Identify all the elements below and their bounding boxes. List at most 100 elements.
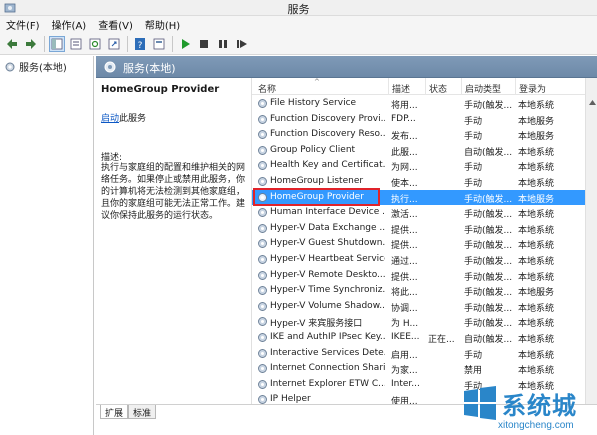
- menu-action[interactable]: 操作(A): [52, 17, 87, 32]
- table-row[interactable]: Human Interface Device ... 激活... 手动(触发... 本…: [252, 205, 597, 221]
- column-header-status[interactable]: 状态: [425, 78, 447, 95]
- table-row[interactable]: Function Discovery Provi... FDP... 手动 本地服务: [252, 112, 597, 128]
- cell-description: 为家...: [391, 366, 418, 377]
- selected-service-name: HomeGroup Provider: [101, 84, 220, 95]
- tab-extended[interactable]: 扩展: [100, 405, 129, 419]
- toolbar: ?: [0, 33, 597, 55]
- start-service-suffix: 此服务: [119, 114, 147, 124]
- service-details-pane: HomeGroup Provider 启动此服务 描述: 执行与家庭组的配置和维…: [96, 78, 252, 404]
- column-header-name[interactable]: 名称: [258, 82, 276, 95]
- svg-text:?: ?: [138, 41, 143, 51]
- tree-item-label: 服务(本地): [19, 63, 67, 74]
- cell-name: Function Discovery Provi...: [270, 113, 385, 124]
- service-gear-icon: [258, 395, 267, 404]
- description-text: 执行与家庭组的配置和维护相关的网络任务。如果停止或禁用此服务，你的计算机将无法检…: [101, 163, 246, 221]
- start-icon[interactable]: [177, 36, 193, 52]
- table-row[interactable]: IKE and AuthIP IPsec Key... IKEE... 正在... 自…: [252, 330, 597, 346]
- cell-description: 提供...: [391, 225, 418, 236]
- start-action-line: 启动此服务: [101, 111, 146, 124]
- cell-logon-as: 本地系统: [518, 147, 555, 158]
- column-header-logon-as[interactable]: 登录为: [515, 78, 546, 95]
- table-row[interactable]: Hyper-V Guest Shutdown... 提供... 手动(触发... 本地…: [252, 236, 597, 252]
- watermark-brand: 系统城: [502, 392, 577, 420]
- service-gear-icon: [258, 364, 267, 374]
- cell-logon-as: 本地服务: [518, 194, 555, 205]
- service-gear-icon: [258, 379, 267, 389]
- table-row[interactable]: File History Service 将用... 手动(触发... 本地系统: [252, 96, 597, 112]
- cell-logon-as: 本地系统: [518, 350, 555, 361]
- toolbar-separator: [44, 35, 45, 52]
- export-icon[interactable]: [106, 36, 122, 52]
- table-row[interactable]: Hyper-V Heartbeat Service 通过... 手动(触发... 本地…: [252, 252, 597, 268]
- restart-icon[interactable]: [234, 36, 250, 52]
- toolbar-separator: [172, 35, 173, 52]
- cell-logon-as: 本地系统: [518, 179, 555, 189]
- cell-name: Hyper-V Time Synchroniz...: [270, 285, 385, 296]
- cell-description: 提供...: [391, 272, 418, 283]
- table-row[interactable]: Hyper-V Volume Shadow... 协调... 手动(触发... 本地系…: [252, 299, 597, 315]
- console-tree-icon[interactable]: [49, 35, 65, 52]
- service-gear-icon: [258, 333, 267, 342]
- column-header-description[interactable]: 描述: [388, 78, 410, 95]
- cell-logon-as: 本地系统: [518, 101, 555, 111]
- cell-description: 此服...: [391, 147, 418, 158]
- title-bar: 服务: [0, 0, 597, 16]
- table-row[interactable]: Group Policy Client 此服... 自动(触发... 本地系统: [252, 143, 597, 159]
- table-row[interactable]: Internet Connection Shari... 为家... 禁用 本地系统: [252, 361, 597, 377]
- refresh-icon[interactable]: [87, 36, 103, 52]
- watermark-url: xitongcheng.com: [498, 420, 574, 431]
- table-row[interactable]: Hyper-V Remote Deskto... 提供... 手动(触发... 本地系…: [252, 268, 597, 284]
- list-view-icon[interactable]: [68, 36, 84, 52]
- cell-startup-type: 手动(触发...: [464, 272, 513, 283]
- menu-view[interactable]: 查看(V): [98, 17, 133, 32]
- cell-description: 启用...: [391, 350, 418, 361]
- pause-icon[interactable]: [215, 36, 231, 52]
- vertical-scrollbar[interactable]: [585, 78, 597, 404]
- back-arrow-icon[interactable]: [4, 36, 20, 52]
- stop-icon[interactable]: [196, 36, 212, 52]
- cell-logon-as: 本地系统: [518, 241, 555, 252]
- cell-logon-as: 本地系统: [518, 163, 555, 174]
- cell-description: 使本...: [391, 179, 418, 189]
- services-list: ^ 名称 描述 状态 启动类型 登录为 File History Service…: [252, 78, 597, 404]
- cell-startup-type: 手动(触发...: [464, 319, 513, 330]
- menu-help[interactable]: 帮助(H): [145, 17, 180, 32]
- table-row[interactable]: Function Discovery Reso... 发布... 手动 本地服务: [252, 127, 597, 143]
- cell-description: 协调...: [391, 303, 418, 314]
- table-row[interactable]: Health Key and Certificat... 为网... 手动 本地系统: [252, 158, 597, 174]
- cell-name: Hyper-V Guest Shutdown...: [270, 238, 385, 249]
- cell-name: Hyper-V Heartbeat Service: [270, 254, 385, 264]
- table-row[interactable]: Hyper-V Time Synchroniz... 将此... 手动(触发... 本…: [252, 283, 597, 299]
- service-gear-icon: [258, 208, 267, 218]
- cell-name: HomeGroup Listener: [270, 176, 364, 186]
- cell-name: Internet Explorer ETW C...: [270, 378, 385, 389]
- cell-startup-type: 手动: [464, 179, 483, 189]
- tab-standard[interactable]: 标准: [128, 405, 157, 419]
- list-header: ^ 名称 描述 状态 启动类型 登录为: [252, 78, 597, 95]
- help-icon[interactable]: ?: [132, 36, 148, 52]
- table-row[interactable]: Hyper-V 来宾服务接口 为 H... 手动(触发... 本地系统: [252, 314, 597, 330]
- cell-logon-as: 本地系统: [518, 225, 555, 236]
- cell-logon-as: 本地系统: [518, 272, 555, 283]
- table-row[interactable]: Interactive Services Dete... 启用... 手动 本地系统: [252, 346, 597, 362]
- cell-description: 将此...: [391, 288, 418, 299]
- cell-startup-type: 手动: [464, 132, 483, 143]
- cell-startup-type: 手动(触发...: [464, 210, 513, 221]
- cell-logon-as: 本地系统: [518, 319, 555, 330]
- cell-name: IP Helper: [270, 394, 311, 404]
- properties-icon[interactable]: [151, 36, 167, 52]
- start-service-link[interactable]: 启动: [101, 114, 119, 124]
- cell-name: IKE and AuthIP IPsec Key...: [270, 332, 385, 342]
- column-header-startup-type[interactable]: 启动类型: [461, 78, 501, 95]
- scroll-up-button[interactable]: [586, 96, 597, 108]
- cell-description: FDP...: [391, 113, 416, 124]
- forward-arrow-icon[interactable]: [23, 36, 39, 52]
- table-row[interactable]: Hyper-V Data Exchange ... 提供... 手动(触发... 本地…: [252, 221, 597, 237]
- cell-logon-as: 本地系统: [518, 335, 555, 345]
- service-gear-icon: [258, 255, 267, 264]
- service-gear-icon: [258, 317, 267, 327]
- cell-name: Health Key and Certificat...: [270, 160, 385, 171]
- tree-item-services-local[interactable]: 服务(本地): [4, 59, 67, 74]
- cell-startup-type: 自动(触发...: [464, 147, 513, 158]
- menu-file[interactable]: 文件(F): [6, 17, 40, 32]
